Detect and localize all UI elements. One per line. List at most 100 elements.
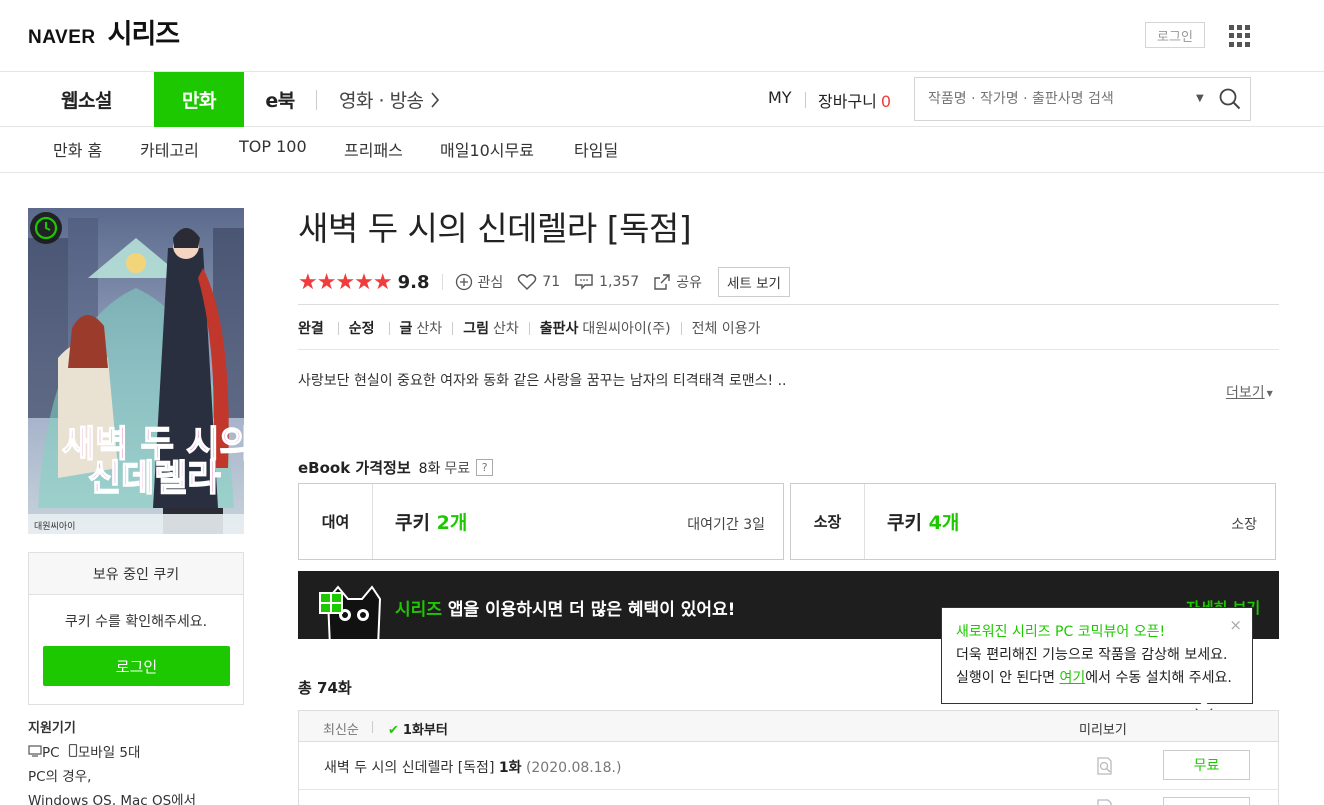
preview-icon[interactable]	[1095, 756, 1115, 776]
heart-icon	[518, 274, 537, 290]
sort-first-label: 1화부터	[402, 723, 448, 738]
meta-writer[interactable]: 산차	[416, 318, 442, 338]
rent-cookie-amount: 2개	[436, 512, 468, 534]
supported-devices: 지원기기 PC 모바일 5대 PC의 경우, Windows OS, Mac O…	[28, 717, 196, 805]
check-icon: ✔	[388, 723, 399, 738]
meta-divider	[452, 321, 454, 335]
divider	[298, 349, 1279, 350]
share-label: 공유	[676, 275, 702, 291]
series-logo[interactable]: 시리즈	[108, 12, 181, 51]
meta-divider	[680, 321, 682, 335]
meta-divider	[337, 321, 339, 335]
search-input[interactable]	[928, 91, 1188, 107]
subnav-timedeal[interactable]: 타임딜	[574, 137, 618, 161]
meta-publisher-label: 출판사	[539, 321, 579, 337]
more-link[interactable]: 더보기 ▼	[1226, 382, 1273, 402]
my-divider	[805, 92, 806, 108]
devices-mobile: 모바일 5대	[77, 745, 141, 761]
naver-logo[interactable]: NAVER	[28, 27, 96, 49]
mobile-icon	[68, 743, 77, 758]
my-link[interactable]: MY	[768, 88, 792, 107]
nav-movie-tv[interactable]: 영화 · 방송	[317, 72, 454, 127]
meta-genre[interactable]: 순정	[349, 318, 375, 338]
devices-title: 지원기기	[28, 721, 76, 736]
subnav-comics-home[interactable]: 만화 홈	[53, 137, 102, 161]
product-description: 사랑보단 현실이 중요한 여자와 동화 같은 사랑을 꿈꾸는 남자의 티격태격 …	[298, 373, 787, 389]
rent-cookie: 쿠키 2개	[395, 508, 467, 535]
help-icon[interactable]: ?	[476, 459, 494, 476]
subnav-freepass[interactable]: 프리패스	[344, 137, 403, 161]
free-button[interactable]: 무료	[1163, 750, 1250, 780]
share-icon	[654, 274, 670, 290]
table-row[interactable]: 새벽 두 시의 신데렐라 [독점] 1화 (2020.08.18.) 무료	[298, 742, 1279, 790]
caret-down-icon: ▼	[1266, 388, 1273, 398]
page-title: 새벽 두 시의 신데렐라 [독점]	[298, 209, 692, 248]
own-cookie: 쿠키 4개	[887, 508, 959, 535]
table-row[interactable]: 무료	[298, 790, 1279, 805]
comment-button[interactable]: 1,357	[574, 273, 639, 291]
own-price-box[interactable]: 소장 쿠키 4개 소장	[790, 483, 1276, 560]
price-title-text: eBook 가격정보	[298, 459, 411, 477]
cart-link[interactable]: 장바구니 0	[818, 88, 891, 112]
cover-image[interactable]: 새벽 두 시의 신데렐라 대원씨아이	[28, 208, 244, 534]
meta-age: 전체 이용가	[691, 321, 761, 337]
tooltip-line3-pre: 실행이 안 된다면	[956, 670, 1060, 686]
meta-divider	[388, 321, 390, 335]
brand-logo[interactable]: NAVER 시리즈	[28, 12, 181, 51]
tooltip-install-link[interactable]: 여기	[1060, 670, 1086, 686]
episode-date: (2020.08.18.)	[525, 760, 622, 776]
price-free-label: 무료	[444, 460, 471, 477]
rating-stars: ★★★★★	[298, 269, 393, 295]
price-info-title: eBook 가격정보 8화 무료 ?	[298, 457, 494, 478]
subnav-top100[interactable]: TOP 100	[239, 137, 307, 156]
header-login-button[interactable]: 로그인	[1145, 22, 1205, 48]
cookie-panel-title: 보유 중인 쿠키	[29, 553, 243, 595]
comment-icon	[575, 274, 593, 290]
search-dropdown-icon[interactable]: ▼	[1196, 93, 1204, 104]
login-button[interactable]: 로그인	[43, 646, 230, 686]
sub-navbar: 만화 홈 카테고리 TOP 100 프리패스 매일10시무료 타임딜	[0, 127, 1324, 173]
meta-artist[interactable]: 산차	[493, 318, 519, 338]
subnav-daily-free[interactable]: 매일10시무료	[440, 137, 534, 161]
episode-series-title: 새벽 두 시의 신데렐라 [독점]	[324, 760, 495, 776]
share-button[interactable]: 공유	[653, 272, 702, 292]
search-icon[interactable]	[1219, 88, 1241, 110]
interest-button[interactable]: 관심	[455, 272, 504, 292]
episode-title[interactable]: 새벽 두 시의 신데렐라 [독점] 1화 (2020.08.18.)	[324, 757, 621, 777]
nav-webnovel[interactable]: 웹소설	[28, 72, 154, 127]
meta-status: 완결	[298, 321, 324, 337]
viewer-tooltip: 새로워진 시리즈 PC 코믹뷰어 오픈! 더욱 편리해진 기능으로 작품을 감상…	[941, 607, 1253, 718]
own-label: 소장	[791, 484, 865, 559]
meta-writer-label: 글	[399, 321, 413, 337]
rating-score: 9.8	[397, 271, 430, 293]
devices-pc: PC	[42, 745, 60, 761]
episode-total: 총 74화	[298, 679, 352, 697]
like-button[interactable]: 71	[517, 273, 560, 291]
app-grid-icon[interactable]	[1229, 25, 1251, 47]
rent-price-box[interactable]: 대여 쿠키 2개 대여기간 3일	[298, 483, 784, 560]
comment-count: 1,357	[599, 274, 640, 290]
nav-movie-tv-label: 영화 · 방송	[339, 90, 424, 112]
meta-artist-label: 그림	[463, 321, 489, 337]
tooltip-line3-post: 에서 수동 설치해 주세요.	[1085, 670, 1232, 686]
top-header: NAVER 시리즈 로그인	[0, 0, 1324, 72]
free-button[interactable]: 무료	[1163, 797, 1250, 805]
nav-ebook[interactable]: e북	[244, 72, 316, 127]
tooltip-title: 새로워진 시리즈 PC 코믹뷰어 오픈!	[956, 624, 1166, 640]
set-view-button[interactable]: 세트 보기	[717, 267, 790, 297]
like-count: 71	[542, 274, 561, 290]
sort-first[interactable]: ✔ 1화부터	[388, 719, 448, 738]
close-icon[interactable]: ×	[1229, 614, 1242, 637]
nav-comics[interactable]: 만화	[154, 72, 244, 127]
meta-publisher[interactable]: 대원씨아이(주)	[582, 318, 670, 338]
preview-icon[interactable]	[1095, 798, 1115, 805]
cover-publisher: 대원씨아이	[34, 521, 75, 532]
pc-icon	[28, 745, 42, 757]
own-cookie-label: 쿠키	[887, 512, 922, 534]
sort-latest[interactable]: 최신순	[323, 719, 359, 738]
subnav-category[interactable]: 카테고리	[140, 137, 199, 161]
devices-note-2: Windows OS, Mac OS에서	[28, 793, 197, 805]
price-free-count: 8화	[418, 460, 441, 477]
search-box: ▼	[914, 77, 1251, 121]
interest-label: 관심	[477, 275, 504, 291]
